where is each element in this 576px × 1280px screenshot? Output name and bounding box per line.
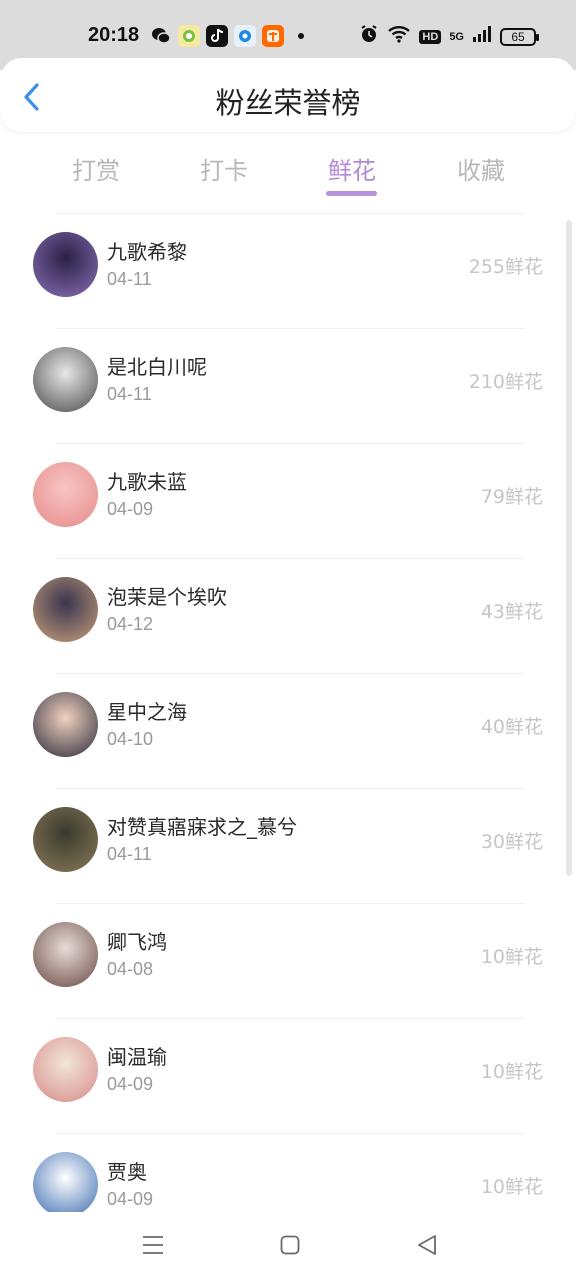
- fan-row[interactable]: 九歌未蓝 04-09 79鲜花: [0, 442, 576, 557]
- signal-icon: [472, 25, 492, 48]
- flower-count: 40鲜花: [480, 716, 543, 738]
- fan-row[interactable]: 星中之海 04-10 40鲜花: [0, 672, 576, 787]
- battery-icon: 65: [500, 27, 539, 46]
- fan-row[interactable]: 卿飞鸿 04-08 10鲜花: [0, 902, 576, 1017]
- menu-button[interactable]: [138, 1232, 168, 1258]
- fan-row[interactable]: 闽温瑜 04-09 10鲜花: [0, 1017, 576, 1132]
- app-header: 粉丝荣誉榜: [0, 58, 576, 132]
- row-divider: [55, 673, 525, 674]
- flower-count: 30鲜花: [480, 831, 543, 853]
- fan-date: 04-11: [107, 269, 152, 289]
- fan-date: 04-09: [107, 1074, 154, 1094]
- fan-row[interactable]: 九歌希黎 04-11 255鲜花: [0, 212, 576, 327]
- fan-name: 卿飞鸿: [107, 930, 167, 954]
- row-divider: [55, 1018, 525, 1019]
- flower-count: 43鲜花: [480, 601, 543, 623]
- notification-icons: [150, 25, 304, 47]
- browser-icon: [234, 25, 256, 47]
- system-icons: HD 5G 65: [359, 24, 539, 49]
- fan-date: 04-12: [107, 614, 154, 634]
- fan-name: 泡茉是个埃吹: [107, 585, 227, 609]
- row-divider: [55, 443, 525, 444]
- page-title: 粉丝荣誉榜: [215, 86, 361, 120]
- fan-date: 04-10: [107, 729, 154, 749]
- home-button[interactable]: [275, 1232, 305, 1258]
- avatar[interactable]: [33, 922, 98, 987]
- flower-count: 10鲜花: [480, 1176, 543, 1198]
- 5g-label: 5G: [449, 30, 464, 43]
- row-divider: [55, 903, 525, 904]
- row-divider: [55, 788, 525, 789]
- fan-row[interactable]: 是北白川呢 04-11 210鲜花: [0, 327, 576, 442]
- tab-reward[interactable]: 打赏: [46, 151, 146, 186]
- fan-date: 04-08: [107, 959, 154, 979]
- row-divider: [55, 328, 525, 329]
- avatar[interactable]: [33, 807, 98, 872]
- avatar[interactable]: [33, 1037, 98, 1102]
- back-nav-button[interactable]: [412, 1232, 442, 1258]
- fan-row[interactable]: 泡茉是个埃吹 04-12 43鲜花: [0, 557, 576, 672]
- scrollbar[interactable]: [566, 220, 572, 876]
- hd-badge: HD: [419, 29, 442, 44]
- avatar[interactable]: [33, 232, 98, 297]
- avatar[interactable]: [33, 577, 98, 642]
- fan-name: 九歌未蓝: [107, 470, 187, 494]
- tab-favorites[interactable]: 收藏: [431, 151, 531, 186]
- wifi-icon: [387, 25, 411, 48]
- fan-name: 对赞真寤寐求之_慕兮: [107, 815, 297, 839]
- fan-date: 04-09: [107, 1189, 154, 1209]
- fan-date: 04-11: [107, 844, 152, 864]
- flower-count: 210鲜花: [468, 371, 543, 393]
- flower-count: 79鲜花: [480, 486, 543, 508]
- alarm-icon: [359, 24, 379, 49]
- fan-name: 星中之海: [107, 700, 187, 724]
- status-time: 20:18: [88, 24, 140, 46]
- fan-name: 是北白川呢: [107, 355, 207, 379]
- taobao-icon: [262, 25, 284, 47]
- avatar[interactable]: [33, 462, 98, 527]
- wechat-icon: [150, 25, 172, 47]
- row-divider: [55, 558, 525, 559]
- row-divider: [55, 213, 525, 214]
- tab-active-indicator: [326, 191, 377, 196]
- flower-count: 10鲜花: [480, 1061, 543, 1083]
- menu-icon: [143, 1236, 163, 1254]
- app-icon: [178, 25, 200, 47]
- fan-name: 闽温瑜: [107, 1045, 167, 1069]
- system-nav-bar: [0, 1212, 576, 1280]
- fan-name: 九歌希黎: [107, 240, 187, 264]
- flower-count: 10鲜花: [480, 946, 543, 968]
- avatar[interactable]: [33, 347, 98, 412]
- tiktok-icon: [206, 25, 228, 47]
- avatar[interactable]: [33, 1152, 98, 1217]
- fan-row[interactable]: 对赞真寤寐求之_慕兮 04-11 30鲜花: [0, 787, 576, 902]
- home-icon: [280, 1235, 300, 1255]
- more-notifications-dot: [298, 33, 304, 39]
- back-icon: [418, 1235, 436, 1255]
- fan-date: 04-09: [107, 499, 154, 519]
- fan-name: 贾奥: [107, 1160, 147, 1184]
- row-divider: [55, 1133, 525, 1134]
- fan-date: 04-11: [107, 384, 152, 404]
- tab-checkin[interactable]: 打卡: [174, 151, 274, 186]
- avatar[interactable]: [33, 692, 98, 757]
- flower-count: 255鲜花: [468, 256, 543, 278]
- tab-bar: 打赏 打卡 鲜花 收藏: [0, 145, 576, 205]
- tab-flowers[interactable]: 鲜花: [302, 151, 402, 186]
